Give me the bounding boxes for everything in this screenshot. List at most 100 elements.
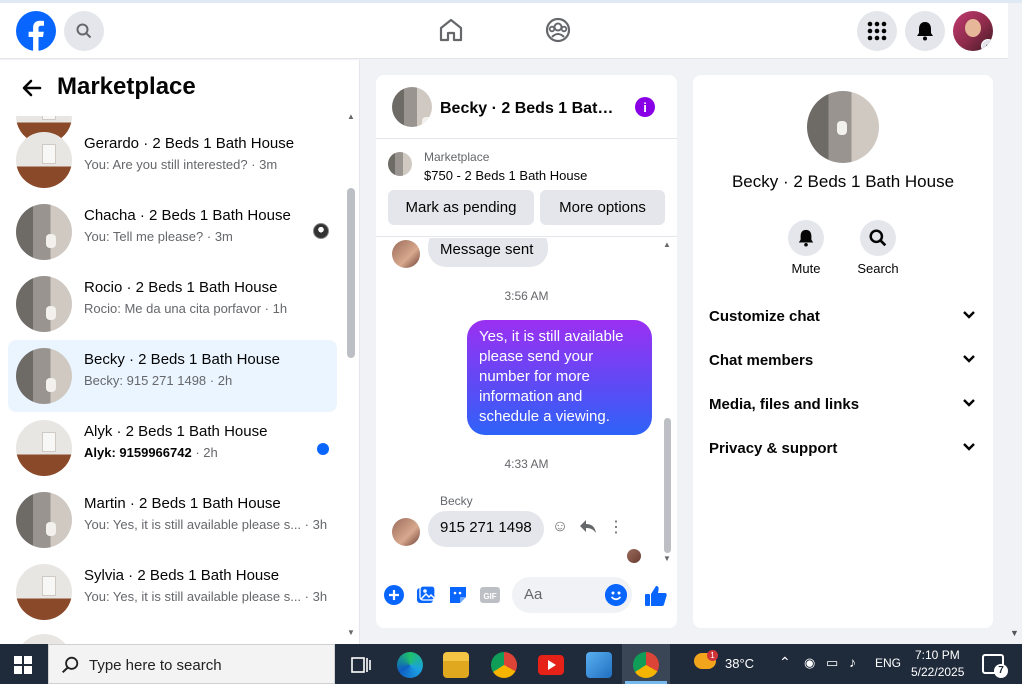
scroll-up-arrow-icon[interactable]: ▲ [347, 112, 355, 121]
clock-time[interactable]: 7:10 PM [915, 648, 960, 662]
emoji-icon[interactable] [605, 584, 627, 606]
listing-card: Marketplace $750 - 2 Beds 1 Bath House M… [376, 140, 677, 237]
section-media-files-links[interactable]: Media, files and links [709, 393, 977, 417]
volume-icon[interactable]: ♪ [849, 654, 856, 670]
mark-pending-button[interactable]: Mark as pending [388, 190, 534, 225]
conversation-name: Alyk · 2 Beds 1 Bath House [84, 423, 268, 440]
listing-price[interactable]: $750 - 2 Beds 1 Bath House [424, 168, 587, 183]
scrollbar-thumb[interactable] [347, 188, 355, 358]
search-in-chat-button[interactable] [860, 220, 896, 256]
scroll-down-arrow-icon[interactable]: ▼ [347, 628, 355, 637]
meet-now-icon[interactable]: ◉ [804, 655, 815, 671]
chat-thumbnail[interactable] [392, 87, 432, 127]
listing-thumbnail [16, 420, 72, 476]
windows-start-icon[interactable] [14, 656, 32, 674]
scroll-up-arrow-icon[interactable]: ▲ [663, 240, 671, 249]
scroll-down-arrow-icon[interactable]: ▼ [663, 554, 671, 563]
chevron-down-icon [963, 443, 975, 451]
menu-button[interactable] [857, 11, 897, 51]
chat-title[interactable]: Becky · 2 Beds 1 Bath House [440, 100, 620, 118]
conversation-preview: Rocio: Me da una cita porfavor · 1h [84, 301, 288, 316]
groups-icon[interactable] [545, 17, 571, 43]
conversation-item[interactable]: Gerardo · 2 Beds 1 Bath House You: Are y… [8, 124, 337, 196]
conversation-item[interactable]: Martin · 2 Beds 1 Bath House You: Yes, i… [8, 484, 337, 556]
thumbs-up-icon[interactable] [644, 584, 668, 608]
chevron-down-icon [963, 311, 975, 319]
message-bubble-outgoing: Yes, it is still available please send y… [467, 320, 652, 435]
file-explorer-icon[interactable] [443, 652, 469, 678]
conversation-item[interactable]: Chacha · 2 Beds 1 Bath House You: Tell m… [8, 196, 337, 268]
conversation-item[interactable]: Sylvia · 2 Beds 1 Bath House You: Yes, i… [8, 556, 337, 628]
sticker-icon[interactable] [447, 584, 469, 606]
seen-avatar [313, 223, 329, 239]
search-icon [61, 656, 79, 674]
listing-thumbnail [16, 204, 72, 260]
conversation-name: Becky · 2 Beds 1 Bath House [84, 351, 280, 368]
edge-browser-icon[interactable] [397, 652, 423, 678]
timestamp: 3:56 AM [504, 289, 549, 303]
account-avatar[interactable]: ▾ [953, 11, 993, 51]
more-options-button[interactable]: More options [540, 190, 665, 225]
back-arrow-icon[interactable] [20, 76, 44, 100]
reply-icon[interactable] [579, 518, 597, 536]
photo-icon[interactable] [415, 584, 437, 606]
conversation-preview: You: Yes, it is still available please s… [84, 517, 328, 532]
conversation-list-panel: Marketplace Gerardo · 2 Beds 1 Bath Hous… [0, 60, 360, 644]
mute-button[interactable] [788, 220, 824, 256]
message-input[interactable]: Aa [512, 577, 632, 613]
listing-thumbnail [16, 348, 72, 404]
listing-thumbnail [388, 152, 412, 176]
message-bubble-incoming: 915 271 1498 [428, 511, 544, 547]
chat-details-name: Becky · 2 Beds 1 Bath House [731, 172, 955, 191]
scrollbar-thumb[interactable] [664, 418, 671, 553]
conversation-preview: You: Are you still interested? · 3m [84, 157, 278, 172]
taskbar-search-box[interactable]: Type here to search [48, 644, 335, 684]
react-emoji-icon[interactable]: ☺ [551, 518, 569, 536]
chrome-icon[interactable] [491, 652, 517, 678]
section-customize-chat[interactable]: Customize chat [709, 305, 977, 329]
conversation-preview: You: Tell me please? · 3m [84, 229, 233, 244]
mute-label: Mute [791, 261, 821, 276]
conversation-item[interactable]: Alyk · 2 Beds 1 Bath House Alyk: 9159966… [8, 412, 337, 484]
chrome-profile-icon[interactable] [633, 652, 659, 678]
task-view-icon[interactable] [348, 652, 374, 678]
notifications-button[interactable] [905, 11, 945, 51]
listing-thumbnail [16, 132, 72, 188]
conversation-preview: Becky: 915 271 1498 · 2h [84, 373, 233, 388]
bell-icon [917, 22, 933, 41]
conversation-preview: You: Yes, it is still available please s… [84, 589, 328, 604]
plus-circle-icon[interactable] [383, 584, 405, 606]
panel-header: Marketplace [0, 60, 359, 116]
conversation-item-active[interactable]: Becky · 2 Beds 1 Bath House Becky: 915 2… [8, 340, 337, 412]
photos-icon[interactable] [586, 652, 612, 678]
temperature[interactable]: 38°C [725, 656, 754, 671]
chevron-down-icon: ▾ [981, 39, 993, 51]
facebook-logo-icon[interactable] [16, 11, 56, 51]
search-icon [869, 229, 887, 247]
page-scroll-down-arrow-icon[interactable]: ▼ [1010, 628, 1019, 638]
listing-thumbnail [16, 492, 72, 548]
section-label: Media, files and links [709, 396, 860, 413]
notification-center-icon[interactable]: 7 [982, 654, 1008, 678]
gif-icon[interactable]: GIF [479, 584, 501, 606]
clock-date[interactable]: 5/22/2025 [911, 665, 964, 679]
network-icon[interactable]: ▭ [826, 655, 838, 671]
chat-header: Becky · 2 Beds 1 Bath House i [376, 75, 677, 139]
section-privacy-support[interactable]: Privacy & support [709, 437, 977, 461]
home-icon[interactable] [438, 17, 464, 43]
more-actions-icon[interactable]: ⋮ [607, 518, 625, 536]
language-indicator[interactable]: ENG [875, 656, 901, 670]
chevron-down-icon [963, 355, 975, 363]
listing-kicker: Marketplace [424, 150, 490, 164]
section-chat-members[interactable]: Chat members [709, 349, 977, 373]
youtube-icon[interactable] [538, 655, 564, 675]
chat-avatar[interactable] [807, 91, 879, 163]
search-icon [76, 23, 92, 39]
section-label: Customize chat [709, 308, 820, 325]
notification-count: 7 [994, 664, 1008, 678]
search-button[interactable] [64, 11, 104, 51]
chevron-up-icon[interactable]: ⌃ [779, 654, 791, 671]
info-icon[interactable]: i [635, 97, 655, 117]
conversation-item[interactable]: Rocio · 2 Beds 1 Bath House Rocio: Me da… [8, 268, 337, 340]
chat-details-panel: Becky · 2 Beds 1 Bath House Mute Search … [693, 75, 993, 628]
